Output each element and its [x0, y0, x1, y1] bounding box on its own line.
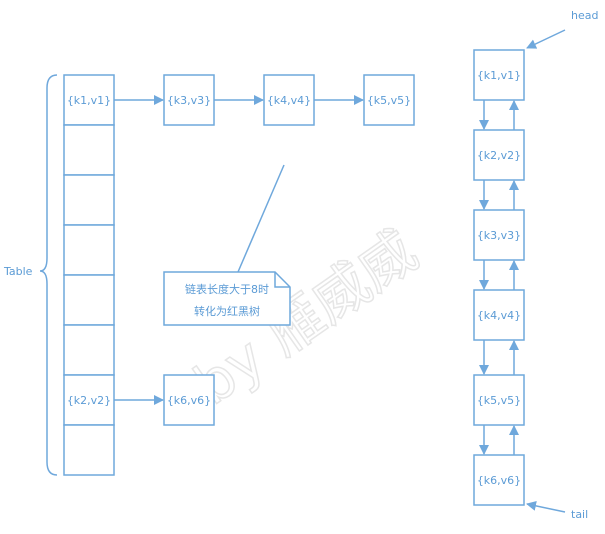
- chain-node-label: {k4,v4}: [267, 94, 311, 107]
- list-node-label: {k1,v1}: [477, 69, 521, 82]
- chain-node-label: {k3,v3}: [167, 94, 211, 107]
- doubly-linked-list: {k1,v1} {k2,v2} {k3,v3} {k4,v4} {k5,v5} {k6,v…: [473, 49, 525, 506]
- table-buckets: {k1,v1} {k2,v2}: [63, 74, 115, 476]
- list-node-label: {k2,v2}: [477, 149, 521, 162]
- list-node-label: {k3,v3}: [477, 229, 521, 242]
- callout-line2: 转化为红黑树: [194, 304, 260, 318]
- table-bucket: [63, 224, 115, 276]
- tail-label: tail: [571, 508, 588, 521]
- table-bucket-label: {k2,v2}: [67, 394, 111, 407]
- table-label: Table: [3, 265, 33, 278]
- chain-node-label: {k6,v6}: [167, 394, 211, 407]
- callout-line1: 链表长度大于8时: [185, 282, 269, 296]
- table-bucket: [63, 124, 115, 176]
- list-node-label: {k6,v6}: [477, 474, 521, 487]
- chain-node-label: {k5,v5}: [367, 94, 411, 107]
- tail-arrow: [526, 500, 566, 513]
- head-label: head: [571, 9, 598, 22]
- table-bucket: [63, 174, 115, 226]
- table-bucket-label: {k1,v1}: [67, 94, 111, 107]
- callout-pointer: [237, 164, 285, 273]
- hashmap-diagram: by 雁威威 Table {k1,v1}{k2,v2} {k3,v3} {k4,v…: [3, 9, 598, 521]
- table-bucket: [63, 324, 115, 376]
- table-bucket: [63, 424, 115, 476]
- table-bucket: [63, 274, 115, 326]
- list-node-label: {k5,v5}: [477, 394, 521, 407]
- list-node-label: {k4,v4}: [477, 309, 521, 322]
- table-brace: [39, 74, 58, 476]
- head-arrow: [526, 29, 566, 49]
